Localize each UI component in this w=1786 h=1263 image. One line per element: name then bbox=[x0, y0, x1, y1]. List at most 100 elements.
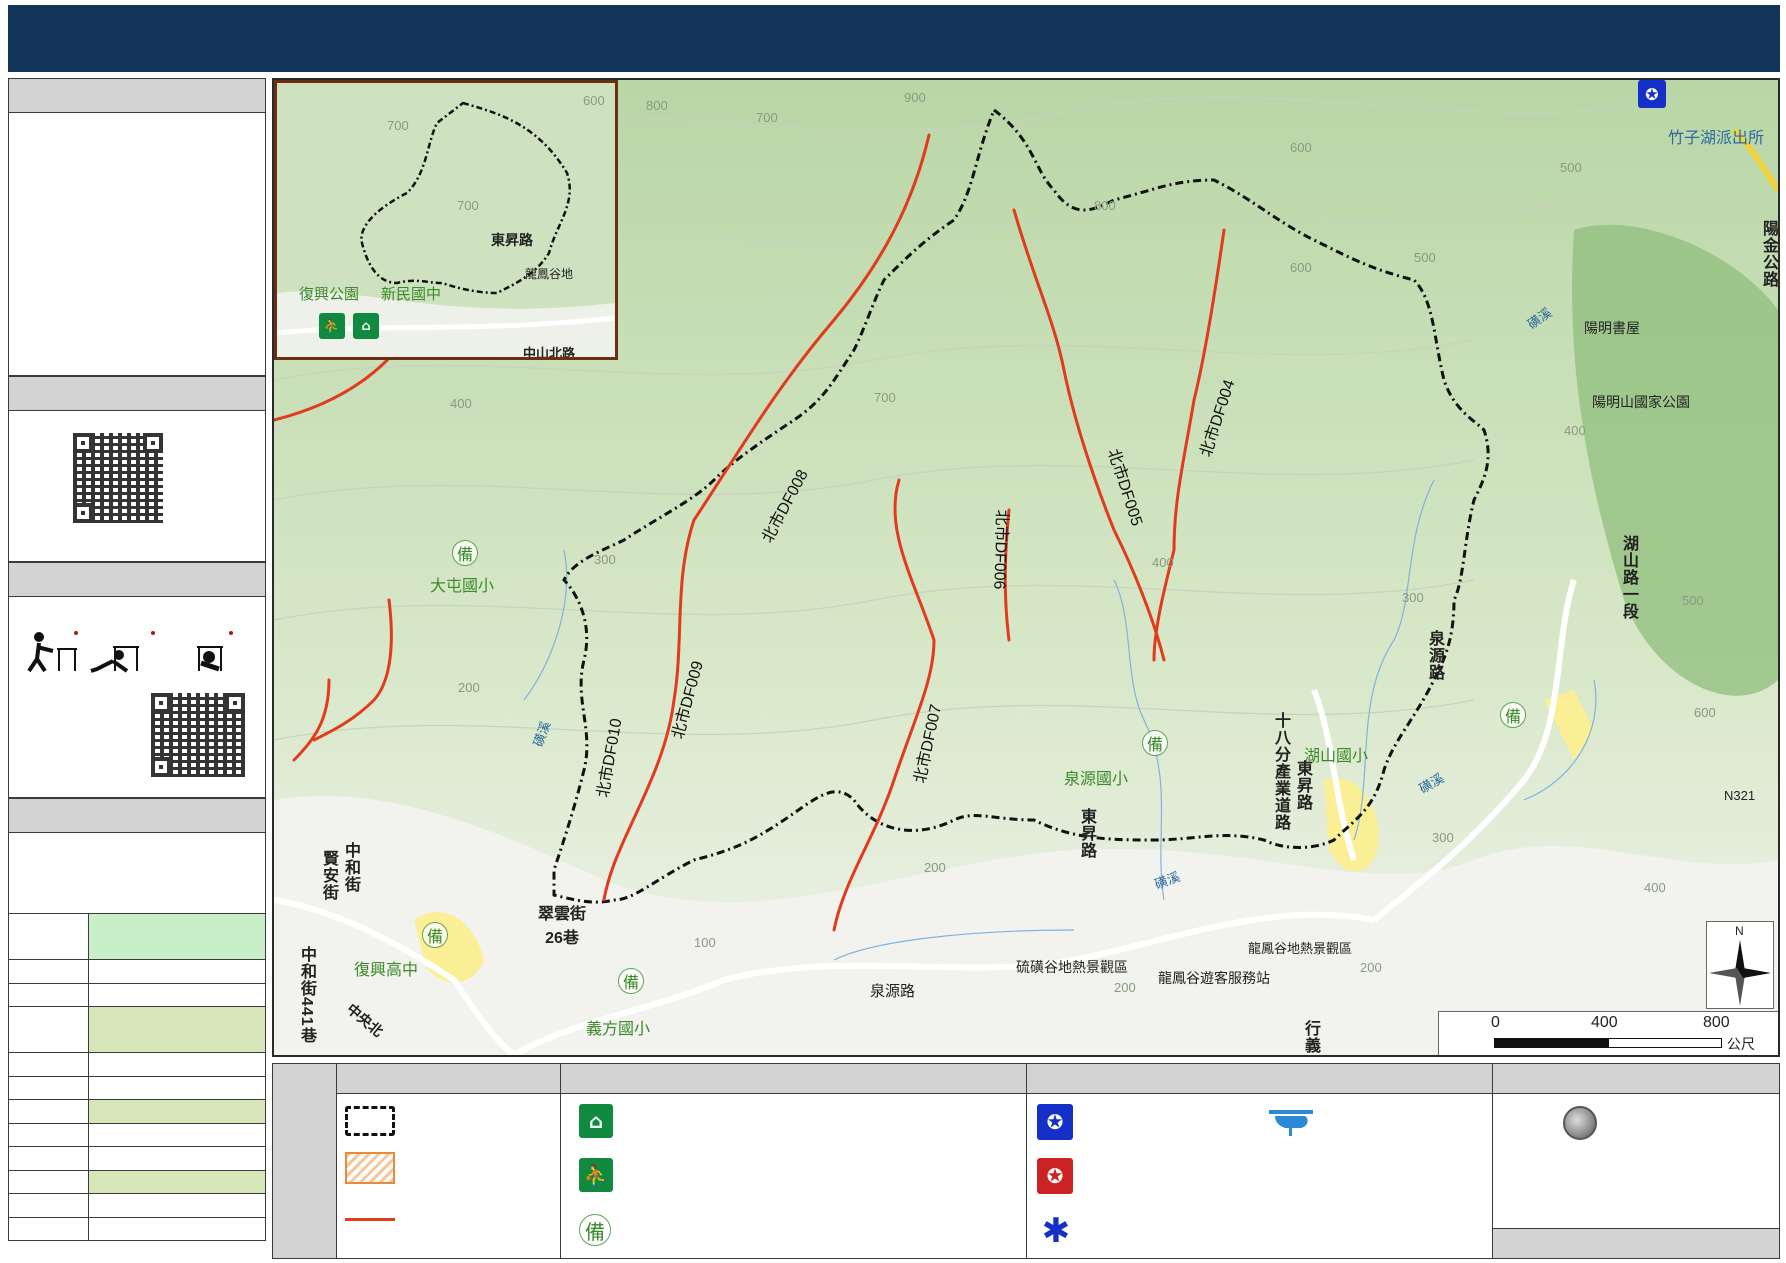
legend-header-boundary bbox=[337, 1064, 561, 1094]
shelter-mark[interactable]: 備 bbox=[618, 968, 644, 994]
contour-label: 200 bbox=[924, 860, 946, 875]
road-zhonghe: 中和街 bbox=[342, 842, 359, 893]
status-panel bbox=[8, 798, 266, 913]
place-zhuzihu-police: 竹子湖派出所 bbox=[1668, 130, 1765, 147]
legend-side-header bbox=[273, 1064, 337, 1258]
compass-icon bbox=[1709, 940, 1771, 1006]
police-icon[interactable]: ✪ bbox=[1638, 80, 1666, 108]
drop-cover-hold-icon bbox=[27, 631, 233, 673]
contour-label: 200 bbox=[458, 680, 480, 695]
contour-label: 500 bbox=[1682, 593, 1704, 608]
status-row bbox=[8, 1193, 266, 1218]
shelter-mark[interactable]: 備 bbox=[452, 540, 478, 566]
status-row bbox=[8, 1052, 266, 1077]
legend-header-shelter bbox=[561, 1064, 1027, 1094]
torrent-symbol bbox=[345, 1218, 395, 1221]
boundary-symbol bbox=[345, 1106, 395, 1136]
earthquake-panel-header bbox=[9, 563, 265, 597]
status-row bbox=[8, 982, 266, 1007]
contour-label: 400 bbox=[1644, 880, 1666, 895]
legend-col-shelter: ⌂ ⛹ 備 bbox=[561, 1094, 1027, 1258]
contour-label: 900 bbox=[904, 90, 926, 105]
inset-longfeng: 龍鳳谷地 bbox=[525, 267, 574, 281]
scale-bar-light bbox=[1608, 1038, 1722, 1048]
shelter-mark[interactable]: 備 bbox=[422, 922, 448, 948]
status-row bbox=[8, 1006, 266, 1053]
scale-unit: 公尺 bbox=[1727, 1036, 1755, 1052]
place-datun-school: 大屯國小 bbox=[430, 578, 495, 595]
contour-label: 600 bbox=[1290, 140, 1312, 155]
scale-tick-400: 400 bbox=[1591, 1014, 1618, 1031]
road-dongsheng-1: 東昇路 bbox=[1294, 760, 1311, 811]
place-yifang-school: 義方國小 bbox=[586, 1021, 651, 1038]
road-dongsheng-2: 東昇路 bbox=[1078, 808, 1095, 859]
legend-header-emergency bbox=[1027, 1064, 1493, 1094]
shelter-icon[interactable]: ⌂ bbox=[353, 313, 379, 339]
status-table bbox=[8, 913, 266, 1241]
qr-code-earthquake[interactable] bbox=[151, 693, 245, 777]
contour-label: 700 bbox=[756, 110, 778, 125]
road-quanyuan: 泉源路 bbox=[870, 983, 916, 1000]
place-n321: N321 bbox=[1724, 788, 1756, 803]
rain-gauge-icon bbox=[1563, 1106, 1597, 1140]
road-xian: 賢安街 bbox=[320, 850, 337, 901]
road-hushan: 湖山路一段 bbox=[1620, 535, 1637, 620]
contour-label: 800 bbox=[1094, 198, 1116, 213]
contour-label: 600 bbox=[1694, 705, 1716, 720]
status-row bbox=[8, 1099, 266, 1124]
place-yangming-study: 陽明書屋 bbox=[1584, 320, 1640, 336]
contour-label: 400 bbox=[1152, 555, 1174, 570]
contour-label: 700 bbox=[874, 390, 896, 405]
road-yangjin: 陽金公路 bbox=[1760, 220, 1777, 288]
status-row bbox=[8, 1075, 266, 1100]
place-longfeng-valley: 龍鳳谷地熱景觀區 bbox=[1248, 941, 1353, 956]
inset-fuxing-park: 復興公園 bbox=[299, 286, 360, 303]
status-row bbox=[8, 959, 266, 984]
status-row bbox=[8, 1122, 266, 1147]
contour-label: 200 bbox=[1114, 980, 1136, 995]
status-row bbox=[8, 1216, 266, 1241]
page-header bbox=[8, 5, 1780, 72]
place-yangmingshan-park: 陽明山國家公園 bbox=[1592, 394, 1690, 410]
legend-col-emergency: ✪ ✪ ✱ bbox=[1027, 1094, 1493, 1258]
road-xingyi: 行義 bbox=[1302, 1020, 1319, 1054]
contour-label: 100 bbox=[694, 935, 716, 950]
evacuation-icon[interactable]: ⛹ bbox=[319, 313, 345, 339]
road-industry: 十八分產業道路 bbox=[1272, 712, 1289, 831]
legend-col-gauge bbox=[1493, 1094, 1779, 1258]
contour-label: 200 bbox=[1360, 960, 1382, 975]
contour-label: 800 bbox=[646, 98, 668, 113]
fire-station-icon: ✪ bbox=[1037, 1158, 1073, 1194]
main-map[interactable]: 北市DF004 北市DF005 北市DF006 北市DF007 北市DF008 … bbox=[272, 78, 1780, 1057]
shelter-mark[interactable]: 備 bbox=[1142, 730, 1168, 756]
inset-map[interactable]: 東昇路 復興公園 新民國中 龍鳳谷地 中山北路 600 700 700 ⛹ ⌂ bbox=[274, 80, 618, 360]
standby-shelter-icon: 備 bbox=[579, 1214, 611, 1246]
inset-xinmin-school: 新民國中 bbox=[381, 286, 442, 303]
helicopter-icon bbox=[1269, 1110, 1313, 1136]
evacuation-icon: ⛹ bbox=[579, 1158, 613, 1192]
contour-label: 700 bbox=[387, 118, 409, 133]
contour-label: 300 bbox=[1402, 590, 1424, 605]
medical-icon: ✱ bbox=[1041, 1211, 1071, 1251]
road-zhonghe-441: 中和街441巷 bbox=[298, 946, 315, 1044]
contour-label: 600 bbox=[1290, 260, 1312, 275]
qr-panel bbox=[8, 376, 266, 562]
contour-label: 300 bbox=[594, 552, 616, 567]
contour-label: 400 bbox=[450, 396, 472, 411]
status-row bbox=[8, 1146, 266, 1171]
police-icon: ✪ bbox=[1037, 1104, 1073, 1140]
torrent-label-df006: 北市DF006 bbox=[990, 509, 1011, 590]
contour-label: 400 bbox=[1564, 423, 1586, 438]
inset-road-dongsheng: 東昇路 bbox=[491, 232, 533, 248]
place-fuxing-high: 復興高中 bbox=[354, 962, 419, 979]
legend-header-gauge bbox=[1493, 1064, 1779, 1094]
scale-bar: 0 400 800 公尺 bbox=[1438, 1011, 1778, 1055]
shelter-mark[interactable]: 備 bbox=[1500, 702, 1526, 728]
road-quanyuan-2: 泉源路 bbox=[1426, 630, 1443, 681]
sidebar bbox=[8, 78, 266, 1258]
contour-label: 300 bbox=[1432, 830, 1454, 845]
contour-label: 700 bbox=[457, 198, 479, 213]
north-letter: N bbox=[1735, 924, 1744, 938]
qr-code[interactable] bbox=[73, 433, 163, 523]
place-quanyuan-school: 泉源國小 bbox=[1064, 771, 1129, 788]
